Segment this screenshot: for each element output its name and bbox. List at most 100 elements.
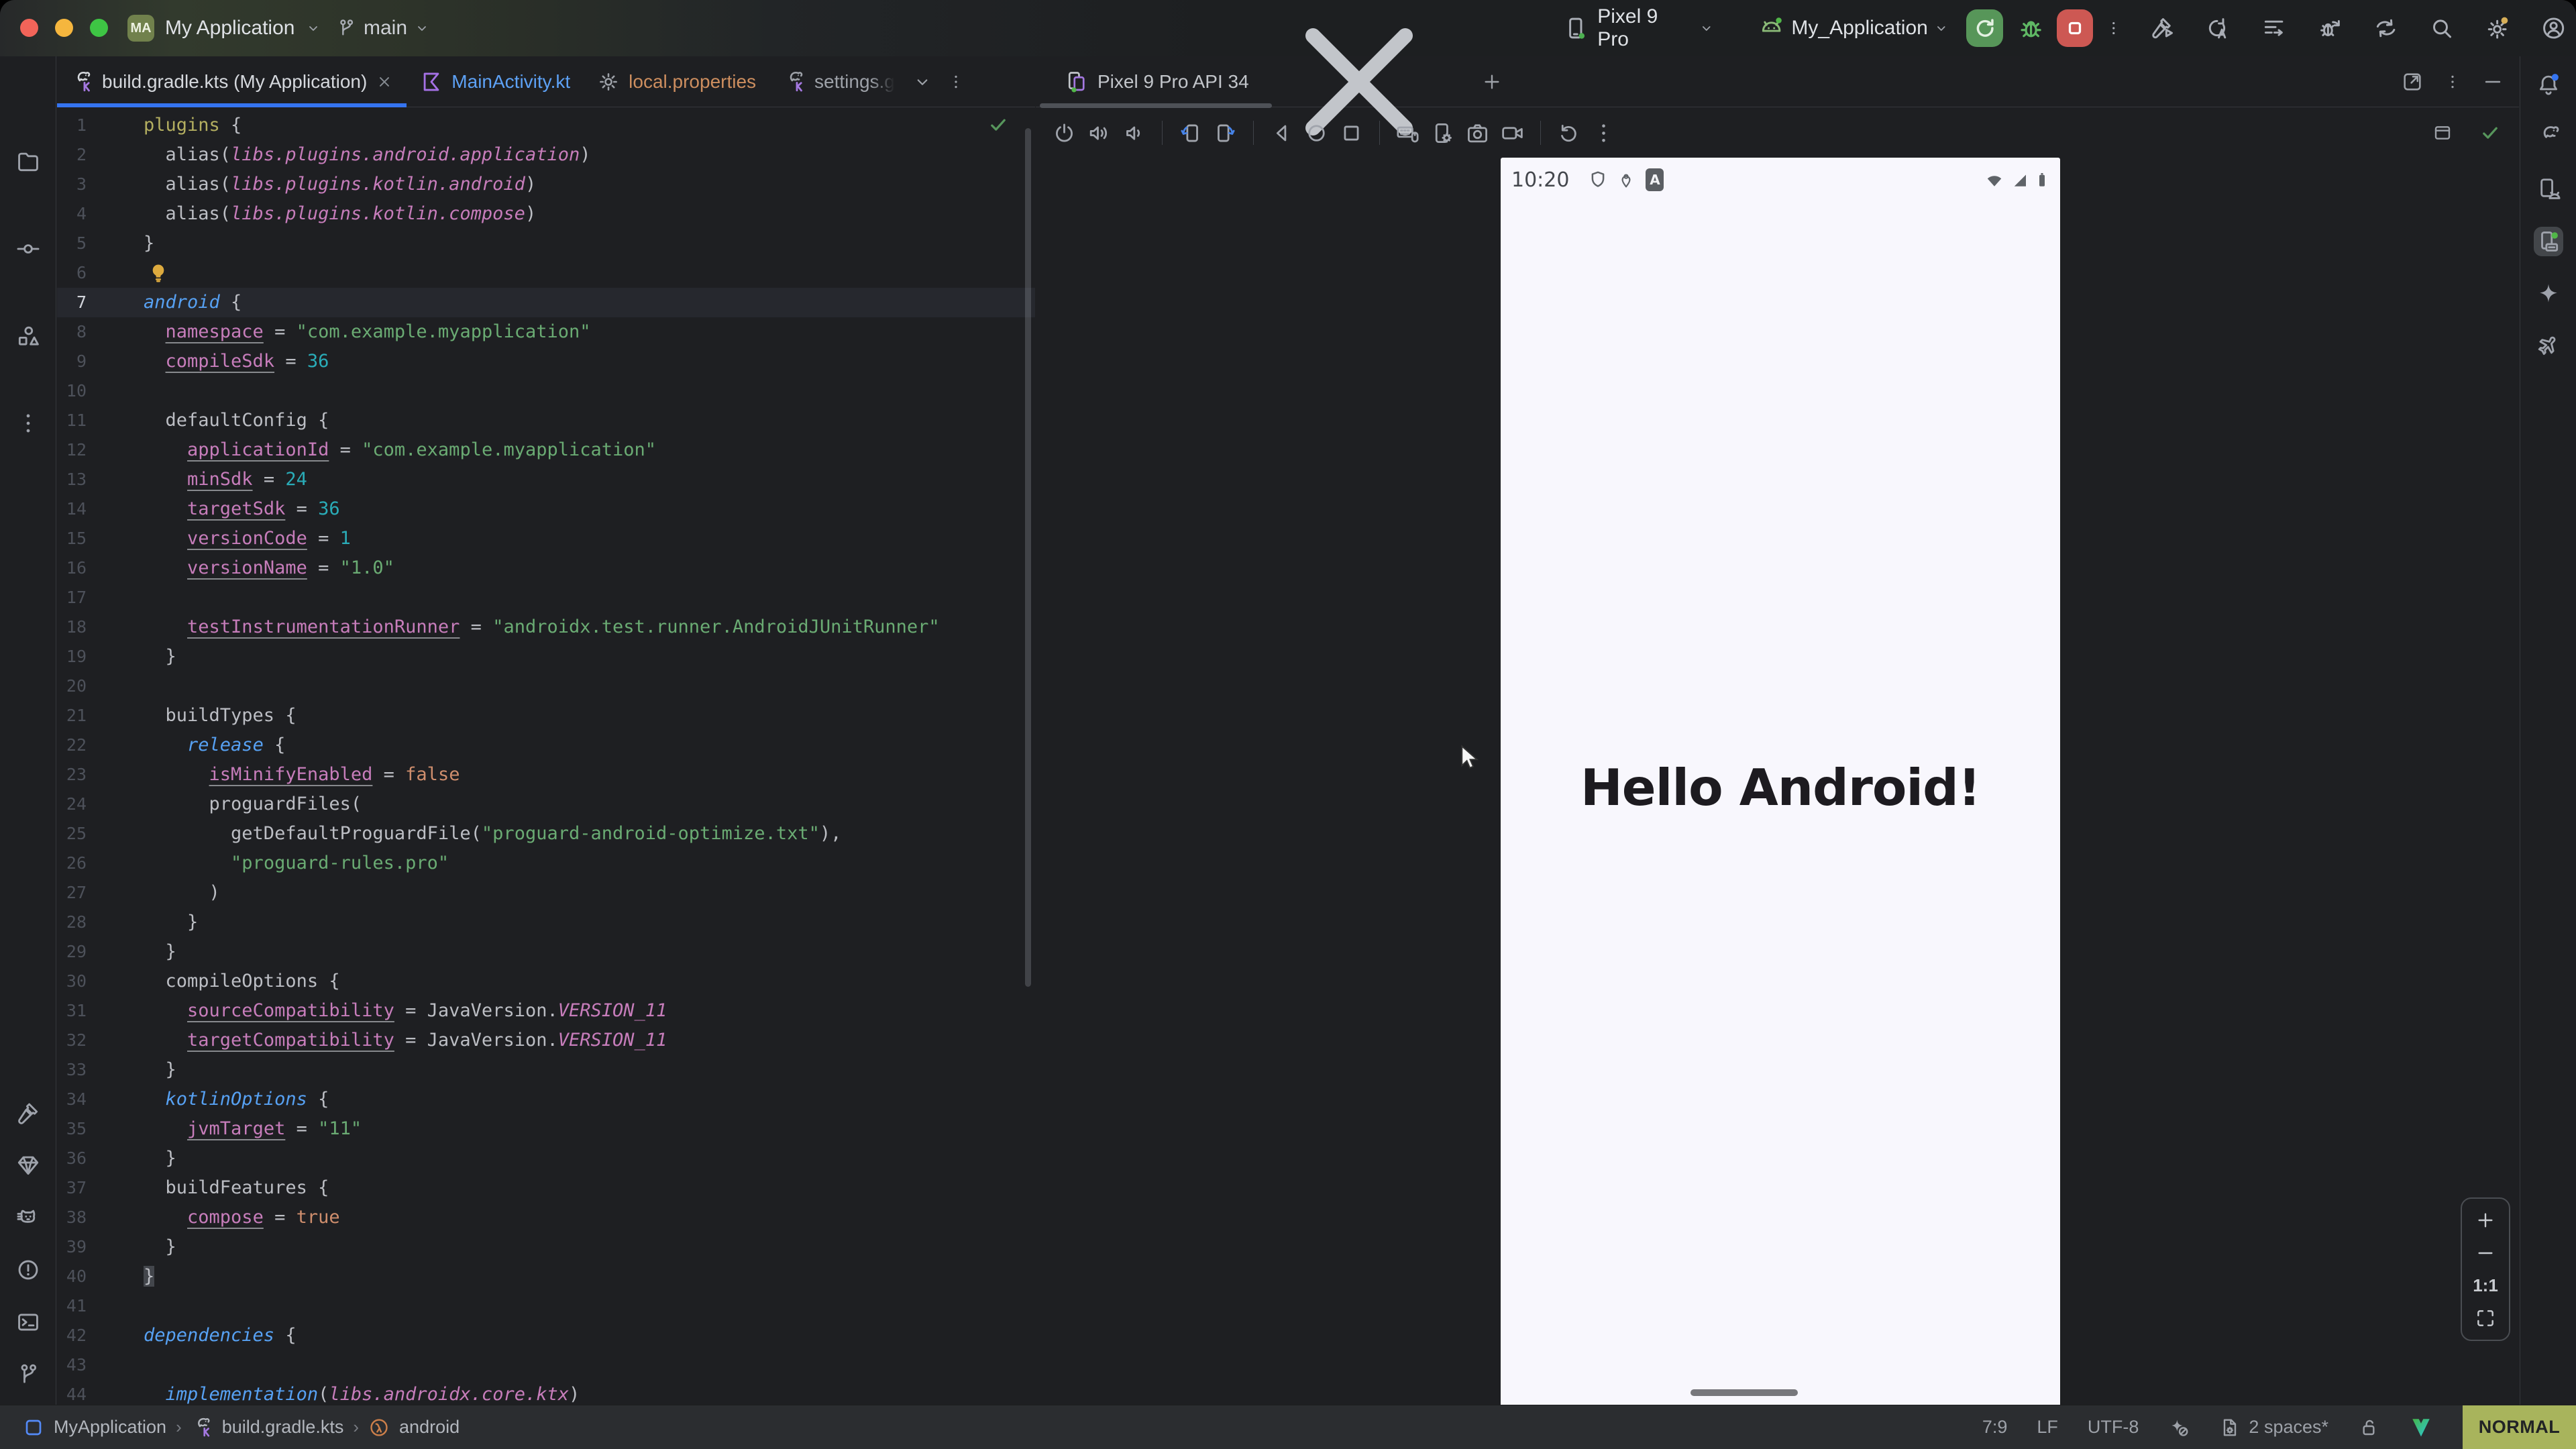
code-line-12[interactable]: 12 applicationId = "com.example.myapplic… [57,435,1035,465]
code-line-34[interactable]: 34 kotlinOptions { [57,1085,1035,1114]
file-unlocked-icon[interactable] [2358,1417,2379,1438]
screen-record-icon[interactable] [1500,121,1525,146]
search-everywhere-button[interactable] [2428,15,2455,42]
code-line-33[interactable]: 33 } [57,1055,1035,1085]
code-line-1[interactable]: 1plugins { [57,111,1035,140]
code-line-28[interactable]: 28 } [57,908,1035,937]
power-icon[interactable] [1052,121,1077,146]
breadcrumb-file[interactable]: build.gradle.kts [222,1417,344,1438]
code-line-30[interactable]: 30 compileOptions { [57,967,1035,996]
gemini-sparkle-icon[interactable] [2534,279,2563,309]
code-line-41[interactable]: 41 [57,1291,1035,1321]
code-line-32[interactable]: 32 targetCompatibility = JavaVersion.VER… [57,1026,1035,1055]
profile-button[interactable] [2540,15,2567,42]
apply-code-changes-button[interactable] [2317,15,2343,42]
code-line-27[interactable]: 27 ) [57,878,1035,908]
tab-build-gradle[interactable]: build.gradle.kts (My Application) [57,56,407,107]
code-line-18[interactable]: 18 testInstrumentationRunner = "androidx… [57,612,1035,642]
more-icon[interactable] [15,411,41,436]
device-selector-icon[interactable] [1563,15,1589,42]
code-line-10[interactable]: 10 [57,376,1035,406]
debug-button[interactable] [2017,13,2045,43]
send-plane-icon[interactable] [2534,331,2563,361]
shapes-icon[interactable] [15,323,41,349]
breadcrumb-block[interactable]: android [399,1417,460,1438]
running-devices-icon[interactable] [2534,227,2563,256]
close-window-button[interactable] [20,19,38,37]
inspections-ok-icon[interactable] [987,113,1010,136]
notifications-bell-icon[interactable] [2534,70,2563,99]
code-line-7[interactable]: 7android { [57,288,1035,317]
code-editor[interactable]: 1plugins {2 alias(libs.plugins.android.a… [57,108,1035,1405]
caret-position[interactable]: 7:9 [1982,1417,2008,1438]
ideavim-icon[interactable] [2409,1415,2433,1440]
code-line-40[interactable]: 40} [57,1262,1035,1291]
code-line-35[interactable]: 35 jvmTarget = "11" [57,1114,1035,1144]
build-button[interactable] [2149,15,2176,42]
editor-scrollbar[interactable] [1025,128,1031,987]
code-line-16[interactable]: 16 versionName = "1.0" [57,553,1035,583]
code-line-19[interactable]: 19 } [57,642,1035,672]
sync-project-button[interactable] [2373,15,2399,42]
add-device-icon[interactable] [1481,71,1503,93]
line-separator[interactable]: LF [2037,1417,2058,1438]
code-line-6[interactable]: 6 [57,258,1035,288]
code-line-31[interactable]: 31 sourceCompatibility = JavaVersion.VER… [57,996,1035,1026]
breadcrumb-project[interactable]: MyApplication [54,1417,166,1438]
code-line-43[interactable]: 43 [57,1350,1035,1380]
profiler-button[interactable] [2261,15,2287,42]
tab-mainactivity[interactable]: MainActivity.kt [407,56,584,107]
fullscreen-window-button[interactable] [90,19,108,37]
run-config-android-icon[interactable] [1758,15,1784,42]
hardware-input-icon[interactable] [1395,121,1420,146]
zoom-in-icon[interactable] [2475,1210,2496,1231]
file-encoding[interactable]: UTF-8 [2088,1417,2139,1438]
commit-icon[interactable] [15,236,41,262]
code-line-11[interactable]: 11 defaultConfig { [57,406,1035,435]
code-line-39[interactable]: 39 } [57,1232,1035,1262]
code-line-2[interactable]: 2 alias(libs.plugins.android.application… [57,140,1035,170]
volume-down-icon[interactable] [1122,121,1146,146]
project-widget[interactable]: MA My Application [127,0,321,56]
code-line-8[interactable]: 8 namespace = "com.example.myapplication… [57,317,1035,347]
problems-icon[interactable] [15,1257,41,1283]
code-line-14[interactable]: 14 targetSdk = 36 [57,494,1035,524]
code-line-17[interactable]: 17 [57,583,1035,612]
code-line-38[interactable]: 38 compose = true [57,1203,1035,1232]
intention-bulb-icon[interactable] [147,262,170,284]
gradle-icon[interactable] [2534,122,2563,152]
rotate-right-icon[interactable] [1213,121,1238,146]
more-run-options-icon[interactable] [2105,15,2123,42]
terminal-icon[interactable] [15,1309,41,1335]
close-icon[interactable] [376,73,393,91]
code-line-20[interactable]: 20 [57,672,1035,701]
git-branch-icon[interactable] [15,1362,41,1387]
code-line-25[interactable]: 25 getDefaultProguardFile("proguard-andr… [57,819,1035,849]
indent-widget[interactable]: 2 spaces* [2219,1417,2328,1438]
show-hidden-tabs-icon[interactable] [912,72,932,92]
code-line-24[interactable]: 24 proguardFiles( [57,790,1035,819]
emulator-screen[interactable]: 10:20 A Hello Android! [1501,158,2060,1405]
open-in-new-window-icon[interactable] [2401,70,2424,93]
zoom-ratio-button[interactable]: 1:1 [2473,1275,2498,1296]
back-icon[interactable] [1269,121,1294,146]
tab-settings-gradle[interactable]: settings.g [769,56,908,107]
more-icon[interactable] [1591,121,1616,146]
tab-options-icon[interactable] [947,73,965,91]
rotate-left-icon[interactable] [1178,121,1203,146]
code-line-42[interactable]: 42dependencies { [57,1321,1035,1350]
code-line-5[interactable]: 5} [57,229,1035,258]
hide-panel-icon[interactable] [2481,70,2504,93]
volume-up-icon[interactable] [1087,121,1112,146]
device-manager-icon[interactable] [2534,174,2563,204]
code-line-26[interactable]: 26 "proguard-rules.pro" [57,849,1035,878]
device-settings-icon[interactable] [1430,121,1455,146]
settings-button[interactable] [2484,15,2510,42]
display-window-icon[interactable] [2432,122,2453,144]
code-line-13[interactable]: 13 minSdk = 24 [57,465,1035,494]
code-line-29[interactable]: 29 } [57,937,1035,967]
screenshot-icon[interactable] [1465,121,1490,146]
run-configuration[interactable]: My_Application [1791,17,1927,40]
folder-icon[interactable] [15,149,41,174]
home-icon[interactable] [1304,121,1329,146]
